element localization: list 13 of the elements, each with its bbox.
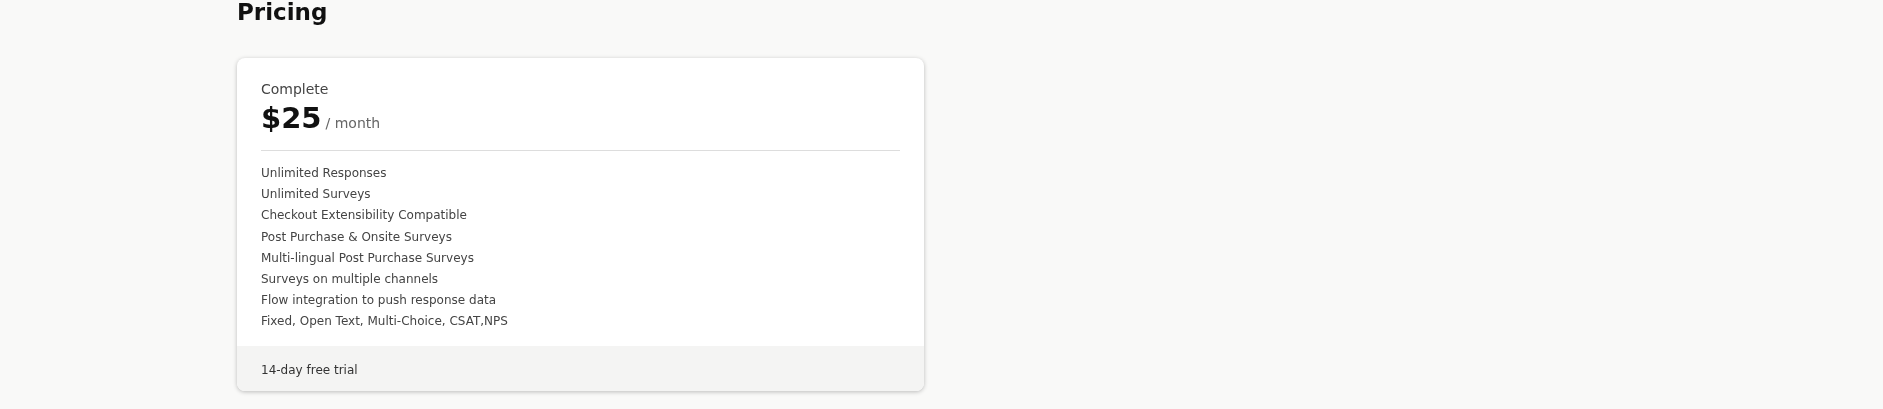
feature-item: Unlimited Responses <box>261 165 388 182</box>
page-heading: Pricing <box>237 0 328 25</box>
feature-item: Checkout Extensibility Compatible <box>261 207 468 225</box>
billing-period: / month <box>325 115 381 131</box>
feature-item: Unlimited Surveys <box>261 186 372 204</box>
feature-item: Surveys on multiple channels <box>261 271 440 288</box>
feature-item: Post Purchase & Onsite Surveys <box>261 228 453 246</box>
feature-item: Fixed, Open Text, Multi-Choice, CSAT,NPS <box>261 313 509 331</box>
feature-item: Flow integration to push response data <box>261 292 498 310</box>
plan-name: Complete <box>261 80 329 98</box>
trial-note: 14-day free trial <box>261 362 358 377</box>
feature-item: Multi-lingual Post Purchase Surveys <box>261 249 475 267</box>
plan-price: $25 <box>261 100 322 136</box>
